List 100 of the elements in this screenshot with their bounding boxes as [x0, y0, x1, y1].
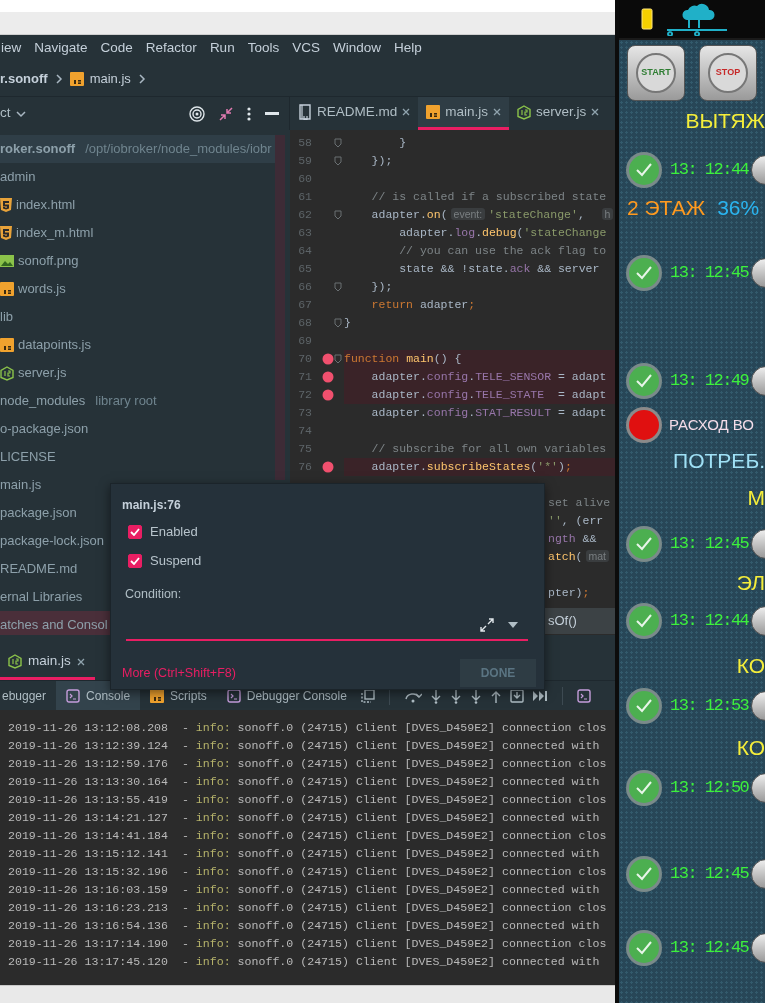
- menu-item[interactable]: Window: [332, 38, 381, 59]
- smart-step-into-icon[interactable]: [469, 687, 482, 704]
- code-line: }: [344, 315, 351, 332]
- code-line: });: [370, 153, 393, 170]
- panel-tab[interactable]: ebugger: [0, 680, 57, 711]
- scrollbar[interactable]: [275, 135, 285, 480]
- log-line: 2019-11-26 13:12:08.208 - info: sonoff.0 (24715) Client [DVES_D459E2] connection clos: [8, 720, 608, 736]
- fold-icon[interactable]: [334, 138, 342, 148]
- step-into-icon[interactable]: [429, 687, 442, 704]
- section-title: М: [747, 485, 765, 511]
- tree-item[interactable]: server.js: [0, 359, 275, 387]
- js-file-icon: [426, 105, 441, 119]
- fold-icon[interactable]: [334, 210, 342, 220]
- tree-item[interactable]: datapoints.js: [0, 331, 275, 359]
- collapse-icon[interactable]: [219, 106, 233, 121]
- force-step-into-icon[interactable]: [449, 687, 462, 704]
- alarm-label: РАСХОД ВО: [669, 414, 754, 435]
- menu-item[interactable]: iew: [1, 38, 22, 59]
- panel-tab[interactable]: Debugger Console: [216, 680, 357, 711]
- close-icon[interactable]: [402, 108, 411, 116]
- menu-item[interactable]: Refactor: [145, 38, 197, 59]
- checkbox[interactable]: [128, 524, 142, 539]
- log-line: 2019-11-26 13:14:41.184 - info: sonoff.0 (24715) Client [DVES_D459E2] connection clos: [8, 828, 608, 844]
- code-line: adapter.subscribeStates('*');: [370, 459, 572, 476]
- editor-tab[interactable]: README.md: [290, 97, 419, 130]
- minimize-icon[interactable]: [265, 111, 279, 116]
- terminal-icon: [576, 688, 591, 703]
- time-value: 13: 12:45: [670, 533, 749, 556]
- kebab-menu-icon[interactable]: [247, 106, 251, 121]
- console-icon: [66, 688, 81, 703]
- fold-icon[interactable]: [334, 156, 342, 166]
- app-button[interactable]: STOP: [699, 44, 757, 101]
- close-icon[interactable]: [591, 108, 600, 116]
- code-line: adapter.config.STAT_RESULT = adapt: [370, 405, 607, 422]
- time-value: 13: 12:45: [670, 262, 749, 285]
- chevron-right-icon: [53, 73, 64, 85]
- log-line: 2019-11-26 13:15:32.196 - info: sonoff.0 (24715) Client [DVES_D459E2] connection clos: [8, 864, 608, 880]
- menu-item[interactable]: Tools: [247, 38, 280, 59]
- tree-item[interactable]: index.html: [0, 191, 275, 219]
- tree-item[interactable]: node_modules library root: [0, 387, 275, 415]
- tree-item[interactable]: words.js: [0, 275, 275, 303]
- layout-icon[interactable]: [360, 688, 375, 703]
- expand-icon[interactable]: [480, 618, 494, 632]
- checkbox-label[interactable]: Enabled: [150, 521, 198, 542]
- section-title: КО: [736, 653, 765, 679]
- time-value: 13: 12:44: [670, 159, 749, 182]
- target-icon[interactable]: [189, 105, 205, 122]
- menu-item[interactable]: Help: [393, 38, 422, 59]
- floor-label: 2 ЭТАЖ: [627, 195, 706, 221]
- dropdown-arrow-icon[interactable]: [508, 621, 518, 629]
- menu-item[interactable]: Navigate: [34, 38, 88, 59]
- frame-icon[interactable]: [509, 688, 524, 703]
- tree-item[interactable]: index_m.html: [0, 219, 275, 247]
- percent-value: 36%: [717, 195, 760, 221]
- line-number: 72: [290, 386, 314, 404]
- tree-item[interactable]: o-package.json: [0, 415, 275, 443]
- breakpoint-icon[interactable]: [322, 389, 334, 401]
- chevron-down-icon[interactable]: [14, 108, 27, 119]
- code-line: state && !state.ack && server: [398, 261, 600, 278]
- code-line: }: [398, 135, 407, 152]
- fold-icon[interactable]: [334, 354, 342, 364]
- code-line: // you can use the ack flag to: [398, 243, 607, 260]
- log-line: 2019-11-26 13:12:59.176 - info: sonoff.0 (24715) Client [DVES_D459E2] connection clos: [8, 756, 608, 772]
- editor-tab[interactable]: server.js: [509, 97, 608, 130]
- tree-item[interactable]: LICENSE: [0, 443, 275, 471]
- panel-title[interactable]: ct: [0, 103, 11, 124]
- menu-item[interactable]: Code: [100, 38, 133, 59]
- html-file-icon: [0, 226, 12, 240]
- editor-tab[interactable]: main.js: [418, 97, 510, 130]
- close-icon[interactable]: [76, 657, 85, 666]
- breakpoint-icon[interactable]: [322, 371, 334, 383]
- app-button[interactable]: START: [627, 44, 685, 101]
- js-file-icon: [0, 282, 14, 296]
- tree-item[interactable]: sonoff.png: [0, 247, 275, 275]
- breakpoint-icon[interactable]: [322, 461, 334, 473]
- close-icon[interactable]: [493, 108, 502, 116]
- code-line: ngth &&: [548, 531, 597, 548]
- run-to-cursor-icon[interactable]: [531, 689, 548, 702]
- tree-item[interactable]: admin: [0, 163, 275, 191]
- menu-item[interactable]: VCS: [292, 38, 320, 59]
- line-number: 71: [290, 368, 314, 386]
- breadcrumb-item[interactable]: r.sonoff: [0, 69, 48, 89]
- more-link[interactable]: More (Ctrl+Shift+F8): [122, 663, 236, 683]
- checkbox-label[interactable]: Suspend: [150, 550, 202, 571]
- menu-item[interactable]: Run: [209, 38, 235, 59]
- node-file-icon: [8, 654, 22, 669]
- log-line: 2019-11-26 13:16:03.159 - info: sonoff.0 (24715) Client [DVES_D459E2] connected with: [8, 882, 601, 898]
- log-line: 2019-11-26 13:17:14.190 - info: sonoff.0 (24715) Client [DVES_D459E2] connection clos: [8, 936, 608, 952]
- fold-icon[interactable]: [334, 318, 342, 328]
- log-line: 2019-11-26 13:14:21.127 - info: sonoff.0 (24715) Client [DVES_D459E2] connected with: [8, 810, 601, 826]
- section-title: ПОТРЕБ.: [673, 448, 765, 474]
- tree-item[interactable]: roker.sonoff /opt/iobroker/node_modules/iobr: [0, 135, 275, 163]
- chevron-right-icon: [136, 73, 147, 85]
- code-line: set alive: [548, 495, 611, 512]
- time-value: 13: 12:44: [670, 610, 749, 633]
- breadcrumb-item[interactable]: main.js: [89, 69, 131, 89]
- breakpoint-icon[interactable]: [322, 353, 334, 365]
- fold-icon[interactable]: [334, 282, 342, 292]
- checkbox[interactable]: [128, 553, 142, 568]
- tree-item[interactable]: lib: [0, 303, 275, 331]
